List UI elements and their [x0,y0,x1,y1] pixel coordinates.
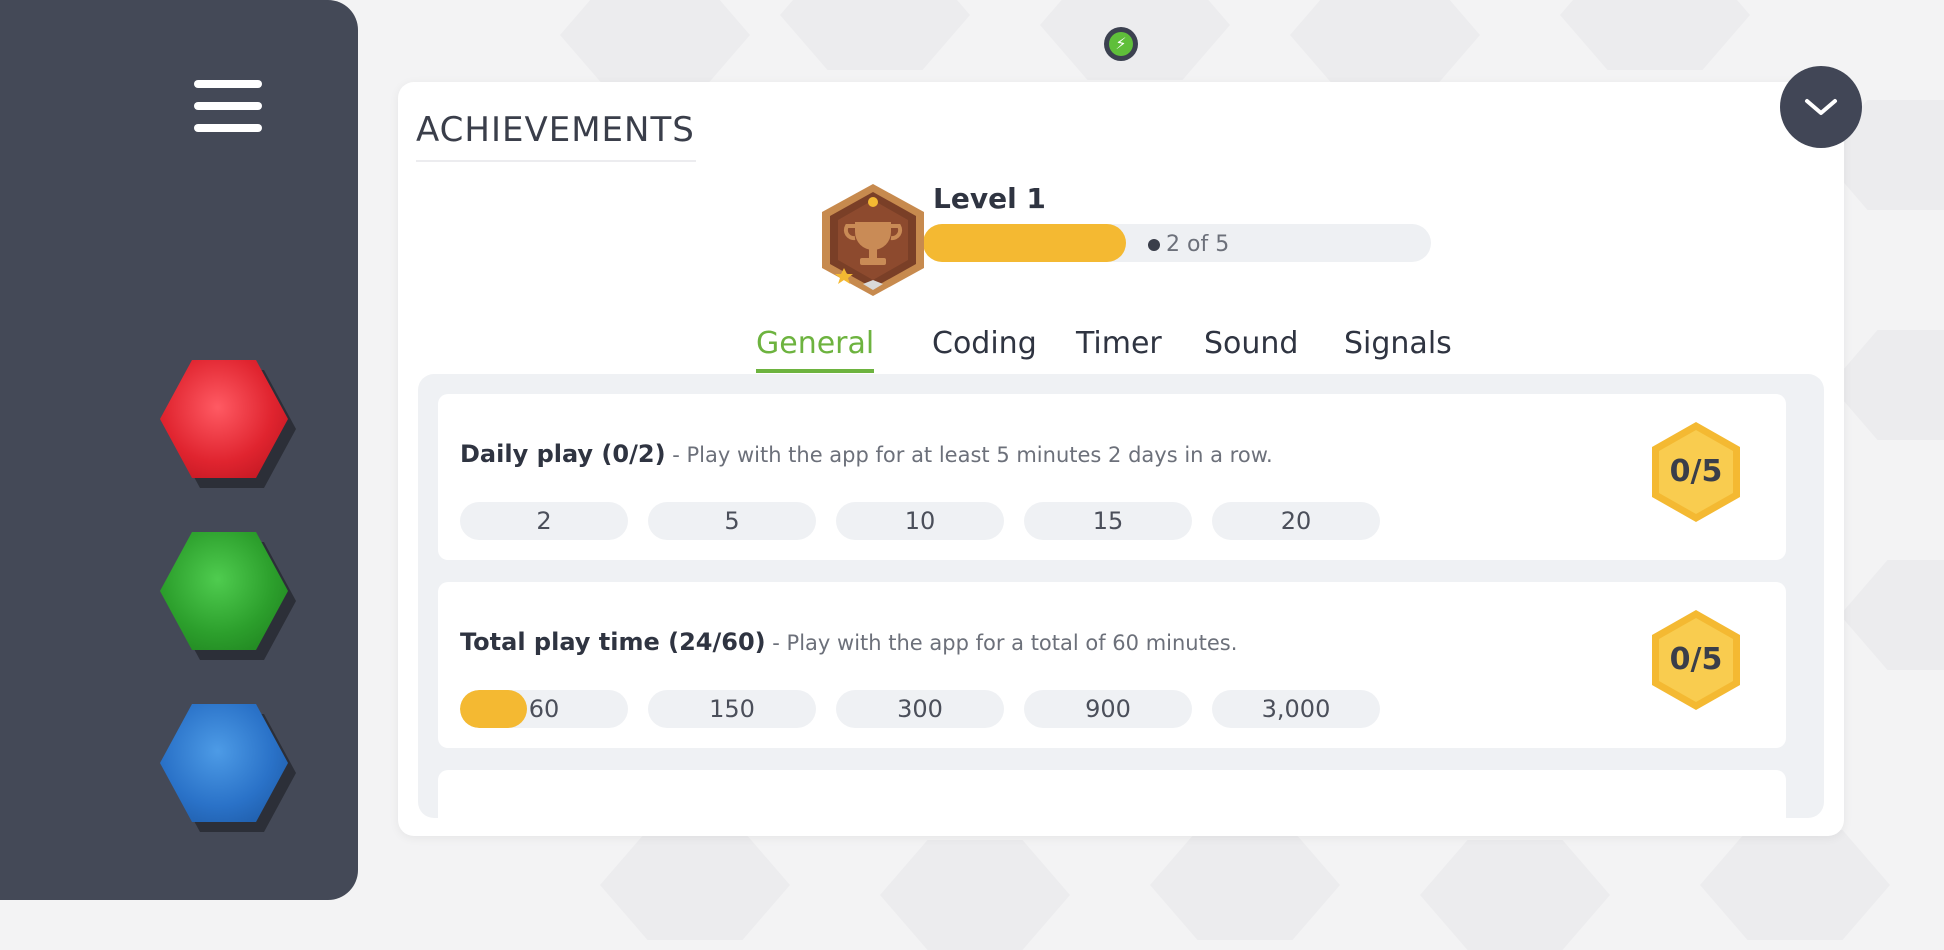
red-hex-button[interactable] [158,360,298,490]
milestone-pill: 300 [836,690,1004,728]
lightning-icon: ⚡ [1104,27,1138,61]
milestone-pill: 60 [460,690,628,728]
achievement-name: Daily play (0/2) [460,440,666,468]
achievement-card-partial [438,770,1786,818]
milestone-pill: 10 [836,502,1004,540]
background-hexagon [780,0,970,70]
background-hexagon [1700,830,1890,940]
background-hexagon [1290,0,1480,90]
tab-timer[interactable]: Timer [1076,326,1162,369]
level-section: Level 1 2 of 5 [818,182,1431,302]
milestone-pill: 20 [1212,502,1380,540]
achievement-badge-count: 0/5 [1669,454,1723,489]
achievement-badge: 0/5 [1648,608,1744,712]
milestone-pill: 900 [1024,690,1192,728]
level-progress-text: 2 of 5 [1148,232,1229,257]
milestone-value: 3,000 [1261,695,1331,723]
chevron-down-icon[interactable] [1780,66,1862,148]
milestone-value: 60 [528,695,560,723]
milestone-value: 900 [1085,695,1131,723]
tab-coding[interactable]: Coding [932,326,1037,369]
achievement-list[interactable]: Daily play (0/2) - Play with the app for… [418,374,1824,818]
green-hex-button[interactable] [158,532,298,662]
achievement-description: - Play with the app for a total of 60 mi… [765,631,1238,655]
tab-signals[interactable]: Signals [1344,326,1452,369]
achievement-title: Daily play (0/2) - Play with the app for… [460,440,1273,468]
background-hexagon [1560,0,1750,70]
achievements-panel: ACHIEVEMENTS Level 1 2 of 5 General Codi… [398,82,1844,836]
level-label: Level 1 [933,182,1046,215]
achievement-card-total-play-time: Total play time (24/60) - Play with the … [438,582,1786,748]
level-progress-bar: 2 of 5 [923,224,1431,262]
trophy-icon [822,184,924,296]
milestone-pill: 150 [648,690,816,728]
milestone-progress-fill [460,690,528,728]
milestone-value: 2 [536,507,552,535]
milestone-value: 15 [1092,507,1124,535]
achievement-title: Total play time (24/60) - Play with the … [460,628,1237,656]
background-hexagon [560,0,750,90]
hamburger-menu-icon[interactable] [190,78,266,136]
achievement-description: - Play with the app for at least 5 minut… [665,443,1273,467]
milestone-value: 10 [904,507,936,535]
achievement-card-daily-play: Daily play (0/2) - Play with the app for… [438,394,1786,560]
milestone-pill: 2 [460,502,628,540]
milestone-value: 150 [709,695,755,723]
progress-dot-icon [1148,239,1160,251]
background-hexagon [1420,840,1610,950]
achievement-badge-count: 0/5 [1669,642,1723,677]
sidebar [0,0,358,900]
milestone-pill: 5 [648,502,816,540]
background-hexagon [880,840,1070,950]
background-hexagon [1830,330,1944,440]
tab-sound[interactable]: Sound [1204,326,1298,369]
milestone-value: 20 [1280,507,1312,535]
achievement-badge: 0/5 [1648,420,1744,524]
tab-general[interactable]: General [756,326,875,373]
background-hexagon [1840,560,1944,670]
background-hexagon [1150,830,1340,940]
blue-hex-button[interactable] [158,704,298,834]
level-progress-value: 2 of 5 [1166,232,1230,257]
achievement-name: Total play time (24/60) [460,628,766,656]
level-progress-fill [923,224,1127,262]
milestone-value: 5 [724,507,740,535]
milestone-value: 300 [897,695,943,723]
milestone-pill: 3,000 [1212,690,1380,728]
background-hexagon [600,830,790,940]
page-title: ACHIEVEMENTS [416,110,696,162]
milestone-pill: 15 [1024,502,1192,540]
